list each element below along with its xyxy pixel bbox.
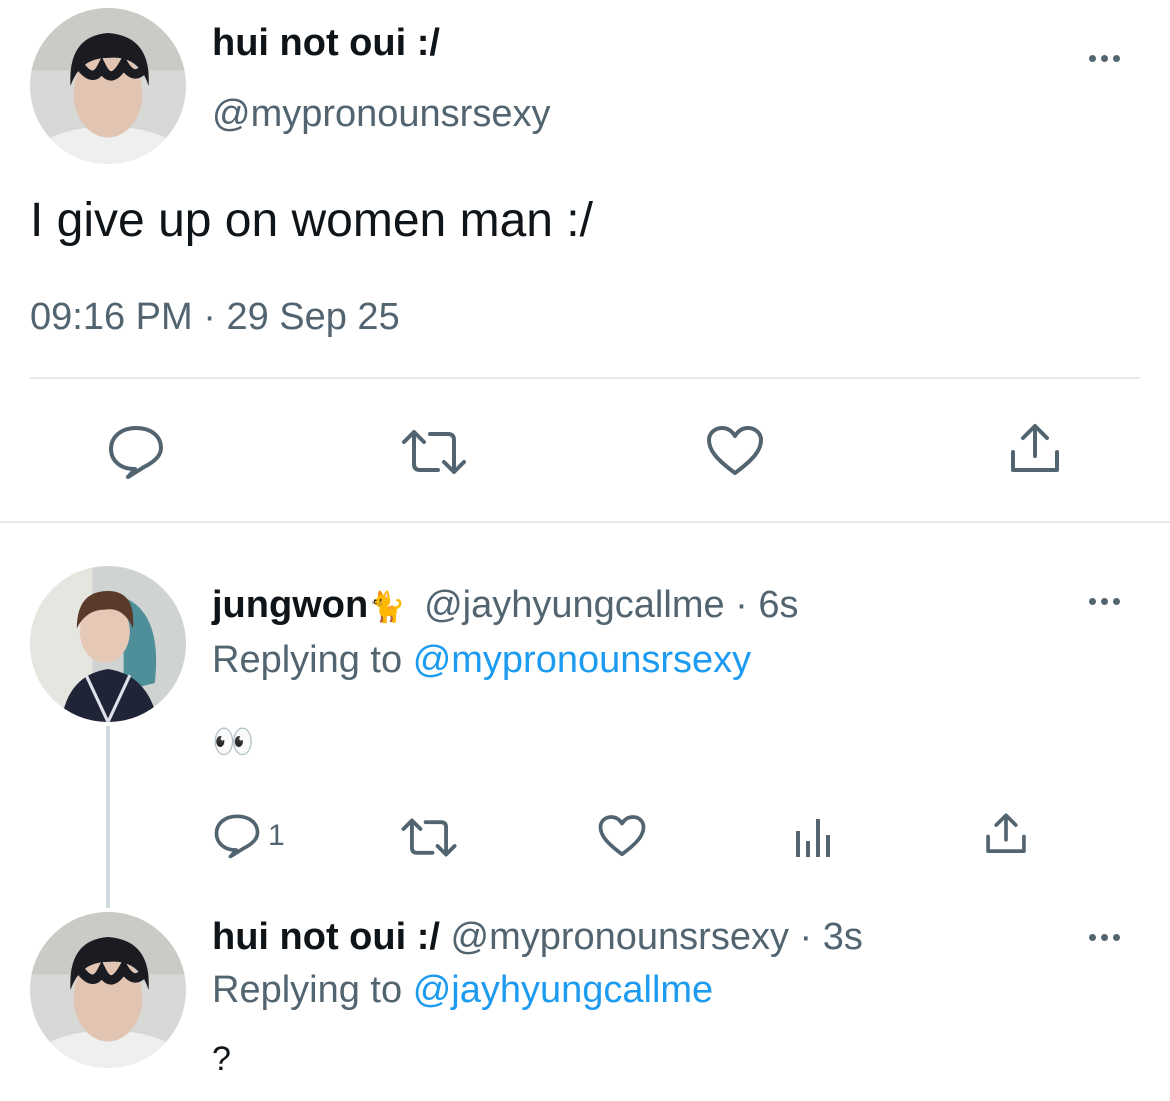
more-options-icon[interactable] — [1089, 55, 1120, 62]
heart-icon — [598, 815, 646, 857]
tweet-date: 29 Sep 25 — [226, 296, 400, 338]
section-divider — [0, 521, 1170, 523]
analytics-button[interactable] — [795, 817, 833, 857]
handle[interactable]: @mypronounsrsexy — [212, 93, 550, 136]
reply-2-header: hui not oui :/ @mypronounsrsexy · 3s — [212, 916, 863, 959]
heart-icon — [707, 426, 763, 475]
retweet-button[interactable] — [400, 817, 458, 858]
reply-1-text: 👀 — [212, 723, 255, 761]
like-button[interactable] — [706, 425, 764, 477]
analytics-icon — [796, 819, 830, 857]
reply-button[interactable] — [108, 425, 164, 479]
retweet-icon — [402, 430, 466, 474]
like-button[interactable] — [598, 814, 646, 858]
reply-icon — [214, 814, 260, 859]
reply-2-age: 3s — [822, 916, 863, 958]
reply-2-text: ? — [212, 1040, 231, 1078]
tweet-time: 09:16 PM — [30, 296, 193, 338]
avatar-hui[interactable] — [30, 912, 186, 1068]
replying-prefix: Replying to — [212, 639, 403, 681]
more-options-icon[interactable] — [1089, 598, 1120, 605]
share-icon — [986, 813, 1026, 853]
reply-1-replying-to: Replying to @mypronounsrsexy — [212, 639, 751, 682]
reply-1-display-name[interactable]: jungwon — [212, 584, 368, 626]
share-icon — [1011, 424, 1059, 472]
reply-1-header: jungwon🐈 @jayhyungcallme · 6s — [212, 584, 799, 627]
divider — [30, 377, 1140, 379]
timestamp-separator: · — [203, 296, 216, 338]
share-button[interactable] — [1008, 422, 1062, 476]
share-button[interactable] — [984, 812, 1028, 856]
retweet-button[interactable] — [400, 428, 468, 476]
tweet-text: I give up on women man :/ — [30, 194, 593, 247]
reply-1-age: 6s — [758, 584, 799, 626]
avatar-hui[interactable] — [30, 8, 186, 164]
reply-1-handle[interactable]: @jayhyungcallme — [424, 584, 725, 626]
reply-2-handle[interactable]: @mypronounsrsexy — [451, 916, 789, 958]
thread-connector — [106, 726, 110, 908]
retweet-icon — [401, 818, 457, 857]
replying-handle-link[interactable]: @jayhyungcallme — [413, 969, 714, 1011]
more-options-icon[interactable] — [1089, 934, 1120, 941]
reply-button[interactable]: 1 — [214, 813, 285, 859]
avatar-jungwon[interactable] — [30, 566, 186, 722]
replying-prefix: Replying to — [212, 969, 403, 1011]
tweet-timestamp: 09:16 PM · 29 Sep 25 — [30, 296, 400, 339]
reply-icon — [109, 426, 163, 479]
reply-2-separator: · — [799, 916, 813, 958]
reply-count: 1 — [268, 819, 285, 852]
cat-emoji: 🐈 — [368, 591, 406, 624]
replying-handle-link[interactable]: @mypronounsrsexy — [413, 639, 751, 681]
reply-1-separator: · — [735, 584, 748, 626]
reply-2-replying-to: Replying to @jayhyungcallme — [212, 969, 713, 1012]
display-name[interactable]: hui not oui :/ — [212, 22, 440, 65]
reply-2-display-name[interactable]: hui not oui :/ — [212, 916, 440, 958]
